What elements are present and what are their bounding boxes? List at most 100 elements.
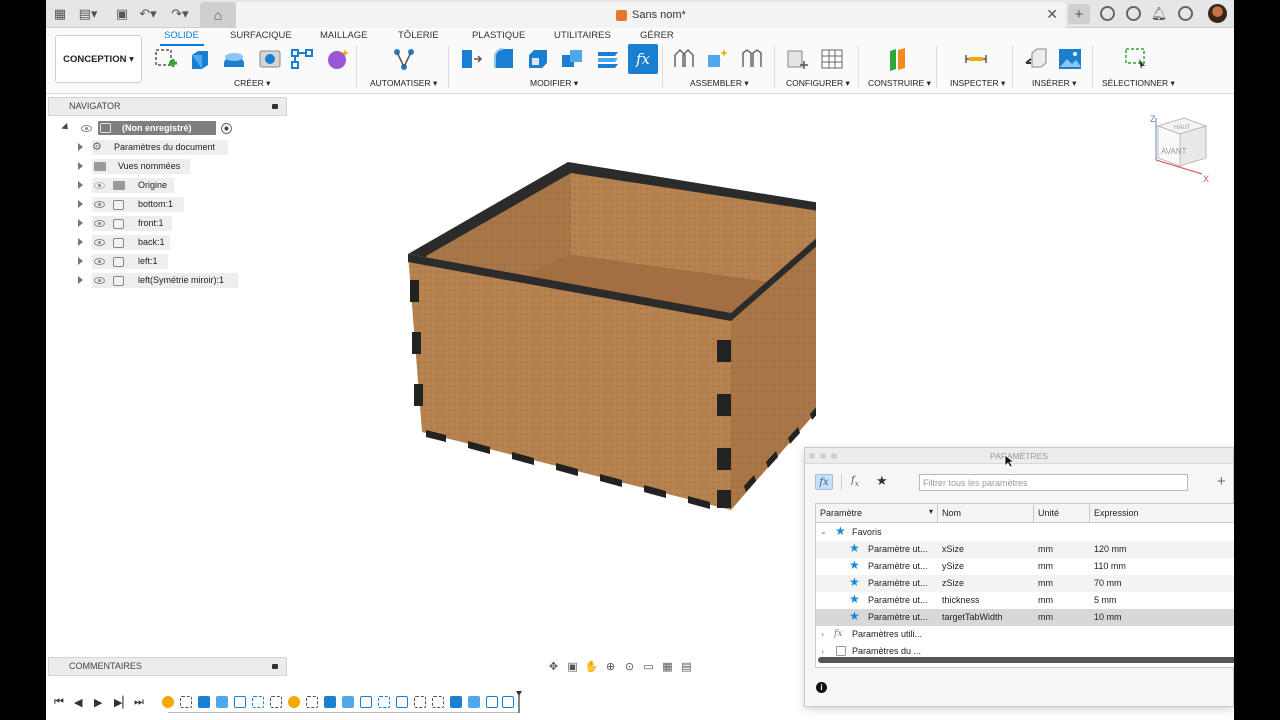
timeline-feature[interactable]: [468, 696, 480, 708]
expand-icon[interactable]: [78, 238, 83, 246]
tab-surfacique[interactable]: SURFACIQUE: [230, 30, 292, 41]
offset-plane-icon[interactable]: [886, 47, 910, 71]
configure-icon[interactable]: [786, 47, 810, 71]
window-select-icon[interactable]: [1124, 47, 1148, 71]
visibility-eye-icon[interactable]: [94, 239, 105, 246]
tab-maillage[interactable]: MAILLAGE: [320, 30, 368, 41]
measure-icon[interactable]: [964, 47, 988, 71]
split-body-icon[interactable]: [596, 47, 620, 71]
box-3d-model[interactable]: [346, 150, 816, 520]
param-name[interactable]: xSize: [942, 544, 964, 554]
tab-utilitaires[interactable]: UTILITAIRES: [554, 30, 611, 41]
viewports-icon[interactable]: ▤: [679, 659, 694, 673]
fx-filter-button[interactable]: fx: [815, 474, 833, 490]
viewcube-top-label[interactable]: HAUT: [1174, 125, 1191, 131]
parameters-title-bar[interactable]: PARAMÈTRES: [805, 448, 1233, 464]
press-pull-icon[interactable]: [458, 47, 482, 71]
tree-item-back[interactable]: back:1: [76, 235, 236, 250]
group-selectionner[interactable]: SÉLECTIONNER ▾: [1102, 78, 1175, 89]
param-unit[interactable]: mm: [1038, 612, 1053, 622]
timeline-feature[interactable]: [216, 696, 228, 708]
go-to-start-icon[interactable]: ⏮: [54, 696, 64, 709]
param-expression[interactable]: 10 mm: [1094, 612, 1122, 622]
favorites-group-row[interactable]: ⌄ ★ Favoris: [816, 524, 1234, 541]
param-name[interactable]: ySize: [942, 561, 964, 571]
collapse-chevron-icon[interactable]: ⌄: [820, 527, 827, 536]
insert-canvas-icon[interactable]: [1058, 47, 1082, 71]
group-modifier[interactable]: MODIFIER ▾: [530, 78, 578, 89]
extensions-icon[interactable]: [1100, 6, 1115, 21]
param-expression[interactable]: 70 mm: [1094, 578, 1122, 588]
tab-tolerie[interactable]: TÔLERIE: [398, 30, 439, 41]
change-parameters-icon[interactable]: fx: [628, 44, 658, 74]
param-expression[interactable]: 5 mm: [1094, 595, 1117, 605]
timeline-feature[interactable]: [342, 696, 354, 708]
fx-add-user-icon[interactable]: fx: [851, 475, 859, 488]
viewcube-front-label[interactable]: AVANT: [1161, 147, 1187, 156]
visibility-eye-icon[interactable]: [81, 125, 92, 132]
as-built-joint-icon[interactable]: [740, 47, 764, 71]
extrude-icon[interactable]: [188, 47, 212, 71]
param-expression[interactable]: 110 mm: [1094, 561, 1126, 571]
timeline-feature[interactable]: [324, 696, 336, 708]
timeline-feature[interactable]: [288, 696, 300, 708]
timeline-feature[interactable]: [270, 696, 282, 708]
param-unit[interactable]: mm: [1038, 578, 1053, 588]
timeline-feature[interactable]: [252, 696, 264, 708]
column-header-unit[interactable]: Unité: [1034, 504, 1090, 523]
timeline-feature[interactable]: [198, 696, 210, 708]
panel-pin-icon[interactable]: [272, 104, 278, 109]
home-tab[interactable]: ⌂: [200, 2, 236, 28]
display-settings-icon[interactable]: ▭: [641, 659, 656, 673]
help-icon[interactable]: [1178, 6, 1193, 21]
timeline-feature[interactable]: [414, 696, 426, 708]
close-tab-icon[interactable]: ✕: [1046, 6, 1058, 23]
expand-icon[interactable]: [78, 219, 83, 227]
expand-icon[interactable]: [78, 200, 83, 208]
joint-icon[interactable]: [706, 47, 730, 71]
param-name[interactable]: thickness: [942, 595, 980, 605]
activate-radio-icon[interactable]: [221, 123, 232, 134]
expand-icon[interactable]: [78, 162, 83, 170]
step-back-icon[interactable]: ◀: [74, 696, 82, 709]
timeline-feature[interactable]: [234, 696, 246, 708]
grid-menu-icon[interactable]: ▦: [50, 4, 70, 24]
favorite-star-icon[interactable]: ★: [849, 558, 860, 572]
timeline-feature[interactable]: [396, 696, 408, 708]
tab-plastique[interactable]: PLASTIQUE: [472, 30, 525, 41]
tree-item-document-parameters[interactable]: ⚙ Paramètres du document: [76, 140, 236, 155]
hidden-eye-icon[interactable]: [94, 182, 105, 189]
notifications-icon[interactable]: 🔔︎: [1149, 4, 1169, 24]
undo-icon[interactable]: ↶▾: [138, 4, 158, 24]
window-zoom-dot[interactable]: [831, 453, 837, 459]
param-name[interactable]: targetTabWidth: [942, 612, 1003, 622]
workspace-selector[interactable]: CONCEPTION ▾: [55, 35, 142, 83]
tree-item-left[interactable]: left:1: [76, 254, 236, 269]
visibility-eye-icon[interactable]: [94, 277, 105, 284]
parameter-row[interactable]: ★ Paramètre ut... ySize mm 110 mm: [816, 558, 1234, 575]
parameter-row[interactable]: ★ Paramètre ut... xSize mm 120 mm: [816, 541, 1234, 558]
hole-icon[interactable]: [258, 47, 282, 71]
play-icon[interactable]: ▶: [94, 696, 102, 709]
timeline-feature[interactable]: [162, 696, 174, 708]
expand-icon[interactable]: [78, 257, 83, 265]
navigator-header[interactable]: NAVIGATOR: [48, 97, 287, 116]
param-name[interactable]: zSize: [942, 578, 964, 588]
timeline-feature[interactable]: [432, 696, 444, 708]
visibility-eye-icon[interactable]: [94, 201, 105, 208]
param-expression[interactable]: 120 mm: [1094, 544, 1127, 554]
combine-icon[interactable]: [560, 47, 584, 71]
favorite-star-icon[interactable]: ★: [849, 609, 860, 623]
timeline-feature[interactable]: [306, 696, 318, 708]
zoom-icon[interactable]: ⊕: [603, 659, 618, 673]
tree-root[interactable]: (Non enregistré): [60, 121, 260, 136]
new-tab-button[interactable]: +: [1068, 4, 1090, 24]
redo-icon[interactable]: ↷▾: [170, 4, 190, 24]
grid-settings-icon[interactable]: ▦: [660, 659, 675, 673]
favorite-star-icon[interactable]: ★: [849, 541, 860, 555]
group-inserer[interactable]: INSÉRER ▾: [1032, 78, 1076, 89]
panel-pin-icon[interactable]: [272, 664, 278, 669]
parameter-row-selected[interactable]: ★ Paramètre ut... targetTabWidth mm 10 m…: [816, 609, 1234, 626]
create-sketch-icon[interactable]: [154, 47, 178, 71]
column-header-expression[interactable]: Expression: [1090, 504, 1234, 523]
